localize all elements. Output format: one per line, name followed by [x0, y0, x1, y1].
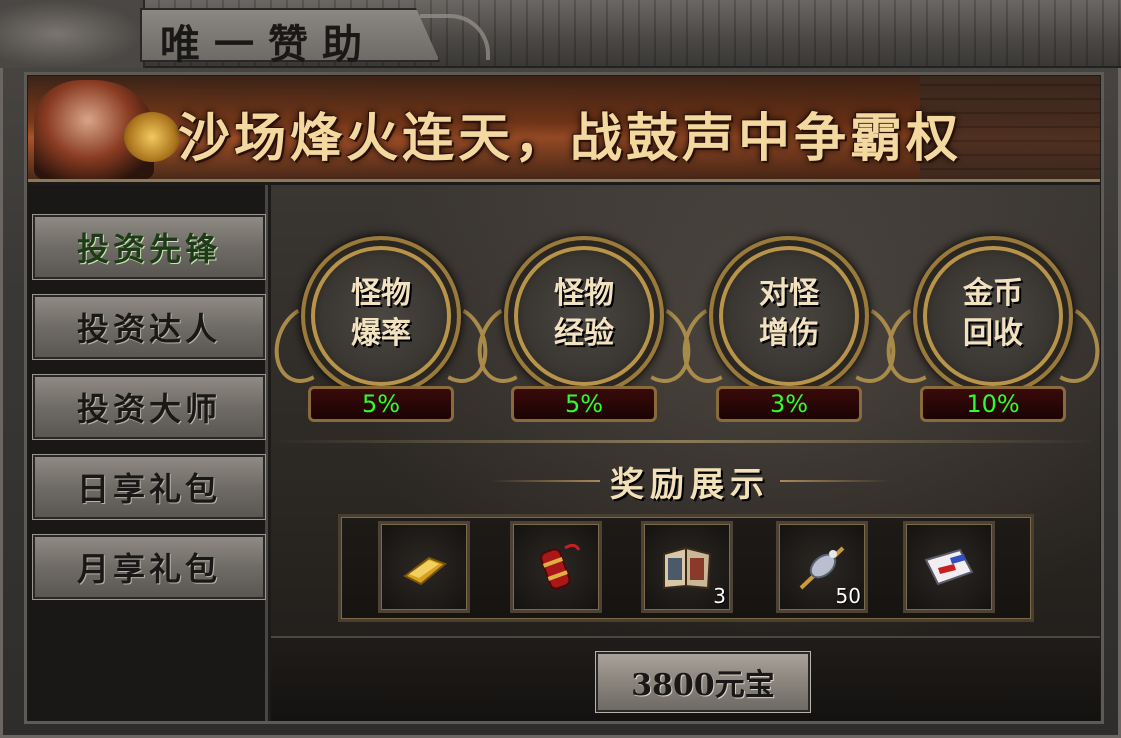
banner: 沙场烽火连天，战鼓声中争霸权 — [28, 76, 1100, 182]
sidebar-item-daily-pack[interactable]: 日享礼包 — [32, 454, 266, 520]
reward-title: 奖励展示 — [610, 464, 770, 505]
bonus-label: 金币 回收 — [963, 276, 1023, 351]
bonus-label: 怪物 爆率 — [351, 276, 411, 351]
swirl-ornament-icon — [420, 14, 490, 60]
reward-slot[interactable] — [378, 521, 470, 613]
reward-header: 奖励展示 — [480, 458, 900, 505]
book-icon — [663, 546, 712, 590]
bonus-label: 对怪 增伤 — [759, 276, 819, 351]
bonus-emblem-exp: 怪物 经验 5% — [467, 234, 701, 434]
bonus-value: 5% — [511, 386, 657, 422]
reward-slot[interactable]: 3 — [641, 521, 733, 613]
banner-slogan: 沙场烽火连天，战鼓声中争霸权 — [178, 108, 963, 169]
bonus-emblem-gold-recycle: 金币 回收 10% — [876, 234, 1110, 434]
reward-slot[interactable]: 50 — [776, 521, 868, 613]
gold-bar-icon — [403, 556, 447, 586]
gold-medal-icon — [124, 112, 180, 162]
sidebar-item-monthly-pack[interactable]: 月享礼包 — [32, 534, 266, 600]
sidebar: 投资先锋 投资达人 投资大师 日享礼包 月享礼包 — [28, 185, 268, 721]
purchase-button[interactable]: 3800元宝 — [595, 651, 811, 713]
title-bar[interactable]: 唯一赞助 — [0, 0, 1121, 68]
bonus-emblem-damage: 对怪 增伤 3% — [672, 234, 906, 434]
sidebar-item-investor-expert[interactable]: 投资达人 — [32, 294, 266, 360]
bonus-emblem-drop-rate: 怪物 爆率 5% — [264, 234, 498, 434]
dragon-ornament-icon — [0, 0, 145, 68]
scroll-card-icon — [924, 548, 974, 586]
sidebar-item-investor-master[interactable]: 投资大师 — [32, 374, 266, 440]
reward-slot[interactable] — [510, 521, 602, 613]
section-divider — [271, 440, 1100, 443]
firecracker-icon — [540, 543, 581, 590]
item-count: 50 — [835, 584, 861, 608]
sidebar-item-investor-vanguard[interactable]: 投资先锋 — [32, 214, 266, 280]
bonus-label: 怪物 经验 — [554, 276, 614, 351]
window-title: 唯一赞助 — [160, 21, 376, 68]
bonus-value: 10% — [920, 386, 1066, 422]
item-count: 3 — [713, 584, 726, 608]
bonus-value: 5% — [308, 386, 454, 422]
bonus-value: 3% — [716, 386, 862, 422]
reward-slot[interactable] — [903, 521, 995, 613]
